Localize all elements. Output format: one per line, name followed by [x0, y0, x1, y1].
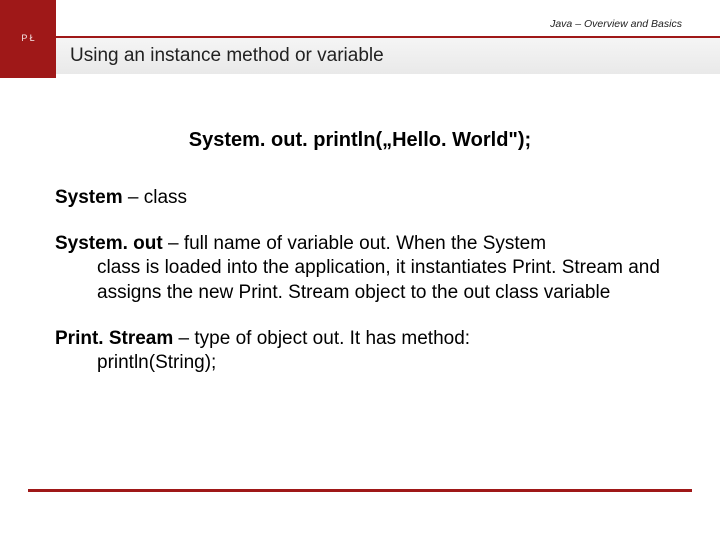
- footer-divider: [28, 489, 692, 492]
- desc-system-out-first: – full name of variable out. When the Sy…: [163, 233, 546, 254]
- title-bar: Using an instance method or variable: [56, 36, 720, 74]
- term-system-out: System. out: [55, 233, 163, 254]
- logo-text: P Ł: [21, 34, 34, 44]
- paragraph-system-out: System. out – full name of variable out.…: [55, 232, 665, 305]
- slide-title: Using an instance method or variable: [70, 45, 384, 67]
- desc-printstream-first: – type of object out. It has method:: [173, 328, 470, 349]
- code-headline: System. out. println(„Hello. World");: [55, 128, 665, 154]
- paragraph-system: System – class: [55, 186, 665, 210]
- term-system: System: [55, 187, 123, 208]
- course-label: Java – Overview and Basics: [550, 18, 682, 30]
- slide-content: System. out. println(„Hello. World"); Sy…: [0, 78, 720, 375]
- desc-printstream-rest: println(String);: [55, 351, 665, 375]
- institution-logo: P Ł: [0, 0, 56, 78]
- desc-system-out-rest: class is loaded into the application, it…: [55, 256, 665, 305]
- term-printstream: Print. Stream: [55, 328, 173, 349]
- paragraph-printstream: Print. Stream – type of object out. It h…: [55, 327, 665, 376]
- slide-header: Java – Overview and Basics P Ł Using an …: [0, 0, 720, 78]
- desc-system: – class: [123, 187, 187, 208]
